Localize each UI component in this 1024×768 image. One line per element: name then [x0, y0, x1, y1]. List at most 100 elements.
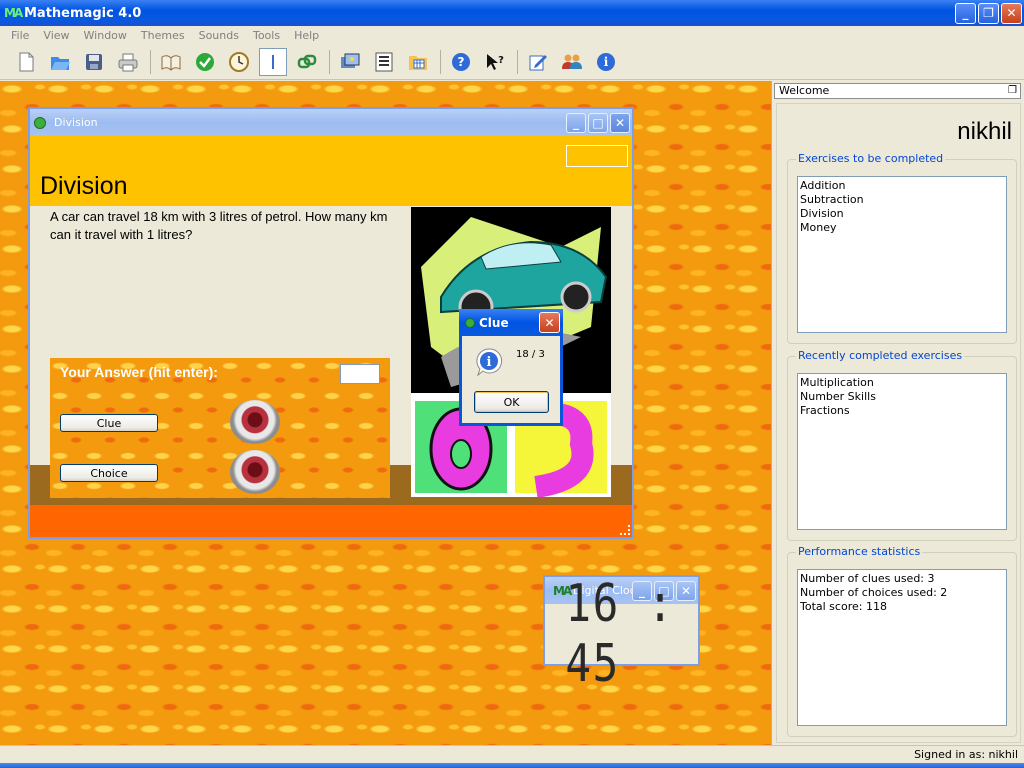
toolbar-separator — [440, 49, 441, 74]
list-item: Number of choices used: 2 — [800, 586, 948, 599]
division-maximize-button[interactable]: □ — [588, 112, 608, 133]
app-title: Mathemagic 4.0 — [24, 5, 142, 21]
eye-icon — [230, 400, 280, 444]
clock-close-button[interactable]: ✕ — [676, 580, 696, 601]
group-label: Exercises to be completed — [796, 152, 946, 165]
app-logo-icon: MA — [4, 6, 23, 20]
performance-statistics-group: Performance statistics Number of clues u… — [787, 545, 1017, 737]
svg-text:?: ? — [498, 55, 504, 66]
restore-pane-icon[interactable]: ❐ — [1008, 84, 1017, 98]
svg-text:i: i — [604, 55, 609, 69]
eye-icon — [230, 450, 280, 494]
recent-exercises-group: Recently completed exercises Multiplicat… — [787, 349, 1017, 541]
info-icon[interactable]: i — [592, 48, 620, 76]
list-item[interactable]: Fractions — [800, 404, 1004, 418]
clue-close-button[interactable]: ✕ — [539, 312, 560, 333]
welcome-header: Welcome ❐ — [774, 83, 1021, 99]
ok-button[interactable]: OK — [474, 391, 549, 413]
link-icon[interactable] — [293, 48, 321, 76]
maximize-icon: □ — [592, 115, 604, 130]
division-minimize-button[interactable]: _ — [566, 112, 586, 133]
resize-grip[interactable] — [620, 525, 630, 535]
calendar-folder-icon[interactable] — [404, 48, 432, 76]
clue-message: 18 / 3 — [516, 349, 545, 360]
menu-view[interactable]: View — [36, 29, 76, 42]
menu-tools[interactable]: Tools — [246, 29, 287, 42]
list-item[interactable]: Division — [800, 207, 1004, 221]
answer-panel: Your Answer (hit enter): Clue Choice — [50, 358, 390, 498]
menu-help[interactable]: Help — [287, 29, 326, 42]
new-document-icon[interactable] — [12, 48, 40, 76]
taskbar-edge — [0, 763, 1024, 768]
clue-button[interactable]: Clue — [60, 414, 158, 432]
division-title-bar[interactable]: Division _ □ ✕ — [30, 109, 632, 136]
toolbar-separator — [150, 49, 151, 74]
top-counter-field[interactable] — [566, 145, 628, 167]
list-item[interactable]: Number Skills — [800, 390, 1004, 404]
print-icon[interactable] — [114, 48, 142, 76]
edit-icon[interactable] — [524, 48, 552, 76]
list-item: Number of clues used: 3 — [800, 572, 935, 585]
text-cursor-icon[interactable] — [259, 47, 287, 76]
list-item[interactable]: Multiplication — [800, 376, 1004, 390]
list-icon[interactable] — [370, 48, 398, 76]
group-label: Performance statistics — [796, 545, 923, 558]
list-item: Total score: 118 — [800, 600, 887, 613]
list-item[interactable]: Addition — [800, 179, 1004, 193]
division-close-button[interactable]: ✕ — [610, 112, 630, 133]
group-label: Recently completed exercises — [796, 349, 965, 362]
clue-title-bar[interactable]: Clue ✕ — [459, 309, 563, 336]
exercise-heading: Division — [40, 172, 128, 200]
performance-statistics-list[interactable]: Number of clues used: 3 Number of choice… — [797, 569, 1007, 726]
window-icon — [34, 116, 46, 129]
information-icon: i — [476, 348, 503, 377]
menu-bar: File View Window Themes Sounds Tools Hel… — [0, 26, 1024, 44]
clue-dialog-title: Clue — [479, 315, 509, 330]
help-icon[interactable]: ? — [447, 48, 475, 76]
digital-clock-window: MA Digital Cloc _ □ ✕ 16 : 45 — [543, 574, 700, 694]
list-item[interactable]: Money — [800, 221, 1004, 235]
check-icon[interactable] — [191, 48, 219, 76]
svg-text:?: ? — [458, 55, 465, 69]
restore-button[interactable]: ❐ — [978, 2, 999, 24]
book-icon[interactable] — [157, 48, 185, 76]
close-icon: ✕ — [614, 115, 626, 130]
minimize-icon: _ — [573, 115, 579, 130]
question-text: A car can travel 18 km with 3 litres of … — [50, 209, 388, 242]
close-icon: ✕ — [1006, 6, 1017, 20]
main-title-bar: MA Mathemagic 4.0 _ ❐ ✕ — [0, 0, 1024, 26]
photos-icon[interactable] — [336, 48, 364, 76]
close-button[interactable]: ✕ — [1001, 2, 1022, 24]
welcome-content: nikhil Exercises to be completed Additio… — [776, 103, 1021, 743]
toolbar: ? ? i — [0, 44, 1024, 80]
close-icon: ✕ — [680, 583, 692, 598]
menu-file[interactable]: File — [4, 29, 36, 42]
answer-input[interactable] — [340, 364, 380, 384]
menu-sounds[interactable]: Sounds — [192, 29, 246, 42]
menu-themes[interactable]: Themes — [134, 29, 192, 42]
exercises-to-complete-list[interactable]: Addition Subtraction Division Money — [797, 176, 1007, 333]
minimize-icon: _ — [962, 6, 969, 20]
open-folder-icon[interactable] — [46, 48, 74, 76]
users-icon[interactable] — [558, 48, 586, 76]
signed-in-status: Signed in as: nikhil — [914, 748, 1018, 761]
save-icon[interactable] — [80, 48, 108, 76]
window-icon — [465, 317, 475, 328]
welcome-pane: Welcome ❐ nikhil Exercises to be complet… — [771, 81, 1024, 745]
list-item[interactable]: Subtraction — [800, 193, 1004, 207]
minimize-button[interactable]: _ — [955, 2, 976, 24]
whats-this-icon[interactable]: ? — [481, 48, 509, 76]
close-icon: ✕ — [544, 315, 555, 330]
user-name: nikhil — [957, 118, 1012, 145]
menu-window[interactable]: Window — [77, 29, 134, 42]
choice-button[interactable]: Choice — [60, 464, 158, 482]
recent-exercises-list[interactable]: Multiplication Number Skills Fractions — [797, 373, 1007, 530]
welcome-title: Welcome — [779, 84, 830, 97]
answer-label: Your Answer (hit enter): — [60, 364, 218, 380]
toolbar-separator — [329, 49, 330, 74]
restore-icon: ❐ — [983, 6, 994, 20]
clock-icon[interactable] — [225, 48, 253, 76]
toolbar-separator — [517, 49, 518, 74]
status-bar: Signed in as: nikhil — [0, 745, 1024, 763]
exercises-to-complete-group: Exercises to be completed Addition Subtr… — [787, 152, 1017, 344]
